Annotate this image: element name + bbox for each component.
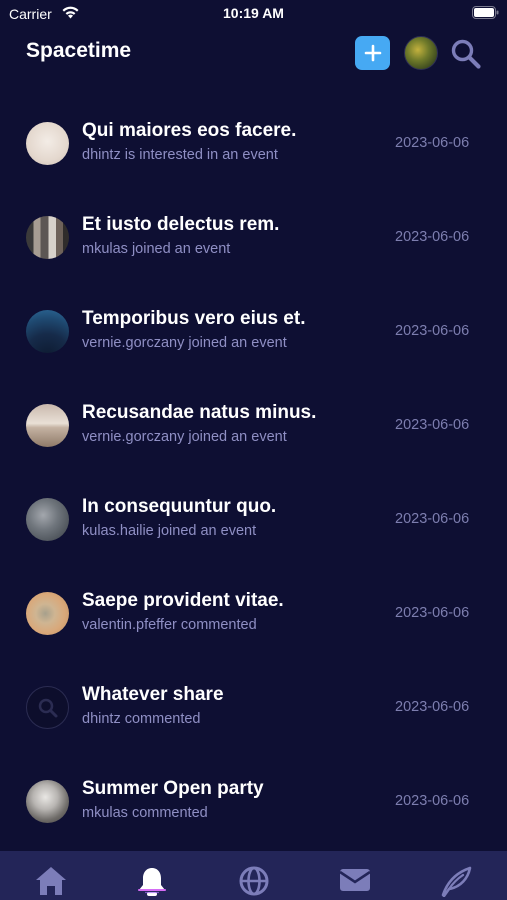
activity-date: 2023-06-06 [395, 417, 470, 433]
activity-description: kulas.hailie joined an event [82, 523, 257, 539]
activity-date: 2023-06-06 [395, 511, 470, 527]
event-avatar [26, 780, 69, 823]
profile-avatar[interactable] [404, 36, 438, 70]
activity-date: 2023-06-06 [395, 793, 470, 809]
home-icon [36, 867, 66, 895]
feather-icon [441, 866, 472, 897]
event-avatar [26, 686, 69, 729]
activity-description: dhintz commented [82, 711, 201, 727]
app-title: Spacetime [26, 39, 132, 62]
tab-bar [0, 851, 507, 900]
event-title: Recusandae natus minus. [82, 402, 317, 423]
activity-description: valentin.pfeffer commented [82, 617, 257, 633]
battery-icon [472, 6, 499, 19]
activity-date: 2023-06-06 [395, 323, 470, 339]
list-item[interactable]: Whatever share dhintz commented 2023-06-… [0, 660, 507, 754]
tab-home[interactable] [33, 865, 69, 897]
status-time: 10:19 AM [223, 5, 284, 21]
event-avatar [26, 216, 69, 259]
list-item[interactable]: Temporibus vero eius et. vernie.gorczany… [0, 284, 507, 378]
tab-notifications[interactable] [134, 865, 170, 897]
globe-icon [239, 866, 269, 896]
tab-messages[interactable] [337, 865, 373, 897]
list-item[interactable]: In consequuntur quo. kulas.hailie joined… [0, 472, 507, 566]
placeholder-search-icon [38, 698, 57, 717]
notifications-screen: Carrier 10:19 AM Spacetime Qui maiores e… [0, 0, 507, 900]
event-title: Et iusto delectus rem. [82, 214, 280, 235]
add-button[interactable] [355, 36, 390, 70]
tab-compose[interactable] [438, 865, 474, 897]
activity-date: 2023-06-06 [395, 605, 470, 621]
event-avatar [26, 310, 69, 353]
plus-icon [364, 44, 381, 62]
event-avatar [26, 122, 69, 165]
bell-icon [138, 868, 166, 896]
activity-description: mkulas joined an event [82, 241, 231, 257]
event-title: Temporibus vero eius et. [82, 308, 306, 329]
event-avatar [26, 404, 69, 447]
list-item[interactable]: Summer Open party mkulas commented 2023-… [0, 754, 507, 848]
list-item[interactable]: Recusandae natus minus. vernie.gorczany … [0, 378, 507, 472]
activity-date: 2023-06-06 [395, 135, 470, 151]
event-avatar [26, 498, 69, 541]
activity-description: dhintz is interested in an event [82, 147, 278, 163]
list-item[interactable]: Saepe provident vitae. valentin.pfeffer … [0, 566, 507, 660]
event-title: In consequuntur quo. [82, 496, 277, 517]
activity-description: mkulas commented [82, 805, 208, 821]
status-bar: Carrier 10:19 AM [0, 0, 507, 28]
tab-explore[interactable] [236, 865, 272, 897]
event-title: Qui maiores eos facere. [82, 120, 297, 141]
event-title: Saepe provident vitae. [82, 590, 284, 611]
event-title: Whatever share [82, 684, 224, 705]
activity-description: vernie.gorczany joined an event [82, 335, 287, 351]
list-item[interactable]: Qui maiores eos facere. dhintz is intere… [0, 96, 507, 190]
event-avatar [26, 592, 69, 635]
search-icon[interactable] [449, 37, 482, 70]
activity-description: vernie.gorczany joined an event [82, 429, 287, 445]
list-item[interactable]: Et iusto delectus rem. mkulas joined an … [0, 190, 507, 284]
activity-date: 2023-06-06 [395, 229, 470, 245]
mail-icon [339, 869, 371, 891]
activity-date: 2023-06-06 [395, 699, 470, 715]
event-title: Summer Open party [82, 778, 264, 799]
